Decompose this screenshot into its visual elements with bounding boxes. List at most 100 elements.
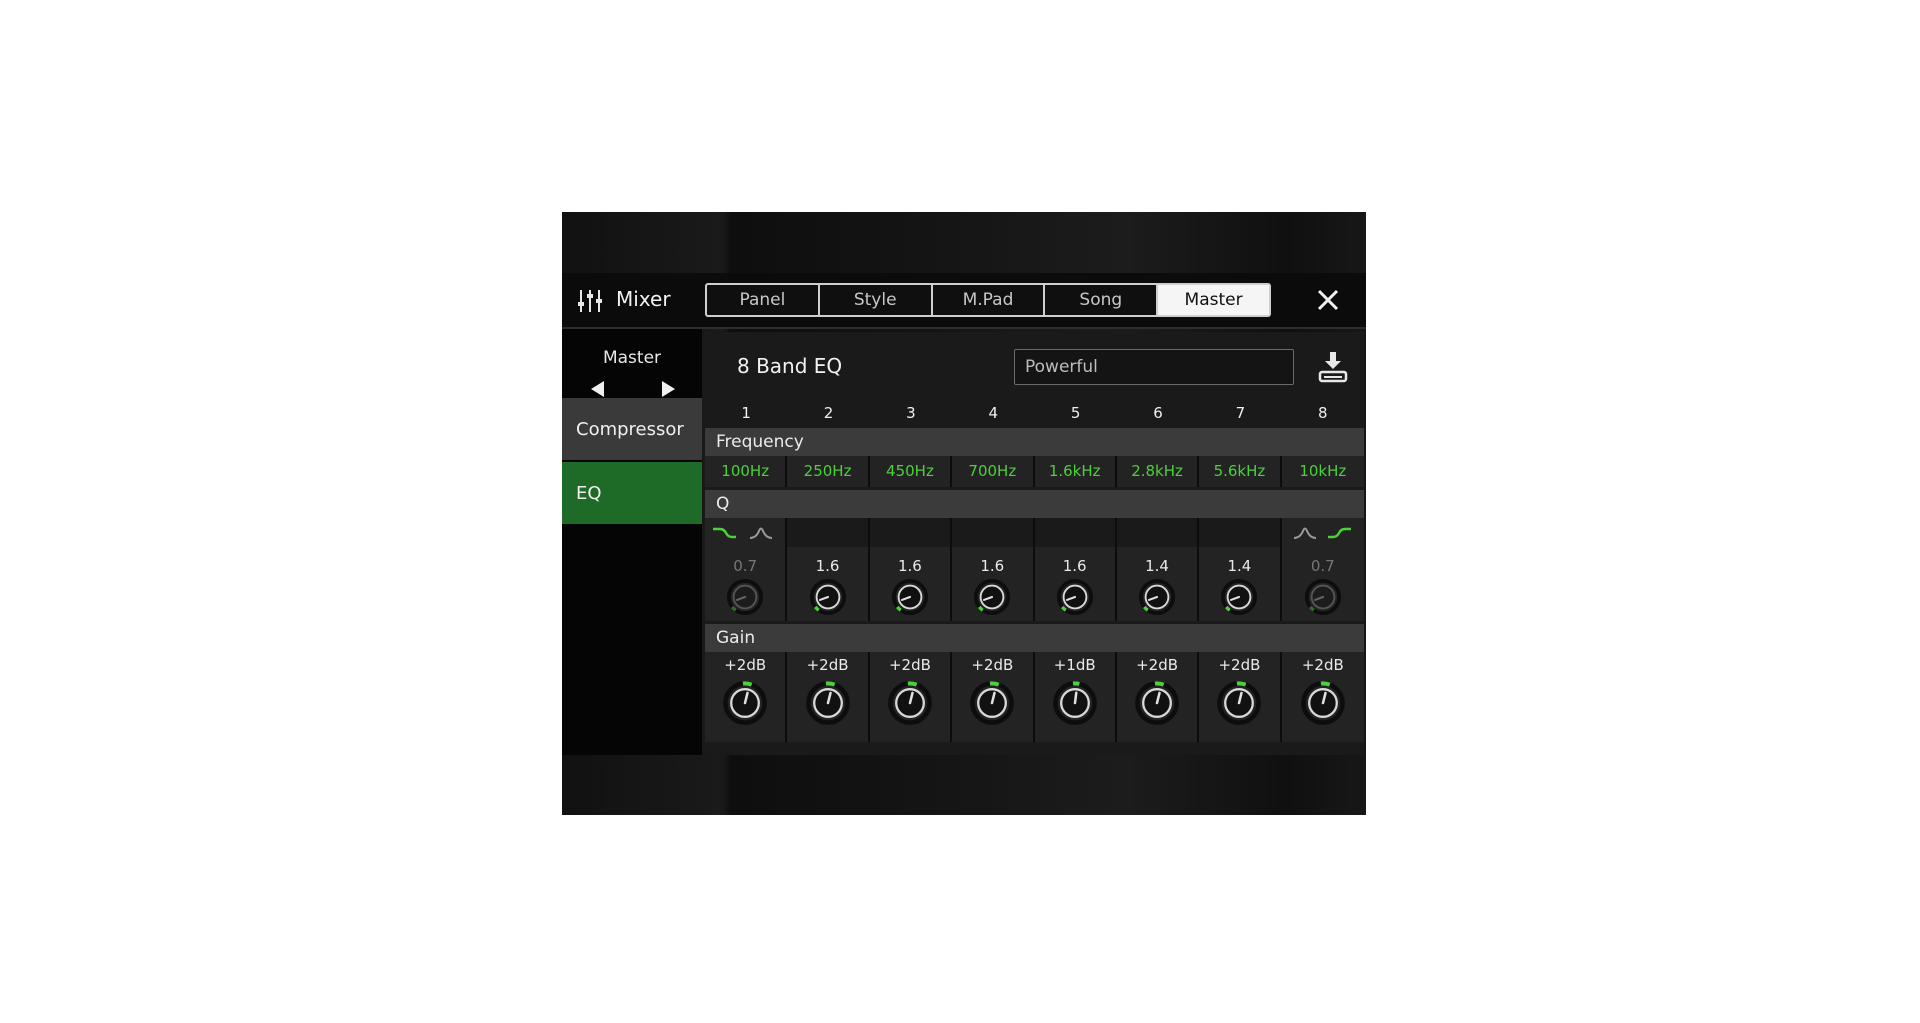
gain-value: +2dB [724, 656, 767, 674]
q-knob-icon[interactable] [809, 578, 847, 616]
gain-value: +2dB [806, 656, 849, 674]
frequency-value[interactable]: 1.6kHz [1034, 456, 1117, 487]
band1-shape-cell [705, 518, 788, 547]
gain-band-cell: +2dB [705, 652, 788, 742]
q-value: 1.6 [1062, 557, 1087, 575]
gain-value: +1dB [1053, 656, 1096, 674]
q-knob-icon[interactable] [1138, 578, 1176, 616]
frequency-value[interactable]: 10kHz [1281, 456, 1364, 487]
gain-band-cell: +2dB [787, 652, 870, 742]
preset-field[interactable]: Powerful [1014, 349, 1294, 385]
q-knob-icon[interactable] [973, 578, 1011, 616]
q-knob-icon[interactable] [1220, 578, 1258, 616]
q-value: 1.4 [1227, 557, 1252, 575]
q-value: 0.7 [1310, 557, 1335, 575]
gain-value: +2dB [1136, 656, 1179, 674]
frequency-row: 100Hz 250Hz 450Hz 700Hz 1.6kHz 2.8kHz 5.… [705, 456, 1364, 487]
gain-knob-icon[interactable] [887, 680, 933, 726]
mixer-sliders-icon [578, 290, 602, 312]
q-knob-icon [1304, 578, 1341, 616]
q-value: 1.6 [815, 557, 840, 575]
sidebar-item-eq[interactable]: EQ [562, 462, 702, 524]
gain-knob-icon[interactable] [805, 680, 851, 726]
frequency-value[interactable]: 100Hz [705, 456, 788, 487]
top-bar: Mixer Panel Style M.Pad Song Master [562, 273, 1366, 329]
band-number: 1 [741, 404, 751, 422]
frequency-value[interactable]: 2.8kHz [1116, 456, 1200, 487]
mixer-screen: Mixer Panel Style M.Pad Song Master Mast… [562, 212, 1366, 815]
q-value: 1.4 [1145, 557, 1169, 575]
gain-knob-icon[interactable] [722, 680, 768, 726]
tab-mpad[interactable]: M.Pad [933, 285, 1046, 315]
frequency-value[interactable]: 700Hz [952, 456, 1035, 487]
shelving-high-icon[interactable] [1326, 522, 1352, 542]
gain-band-cell: +2dB [869, 652, 953, 742]
band-number: 5 [1070, 404, 1081, 422]
sidebar-item-compressor[interactable]: Compressor [562, 398, 702, 460]
frequency-value[interactable]: 450Hz [869, 456, 953, 487]
tab-master[interactable]: Master [1158, 285, 1269, 315]
gain-value: +2dB [1218, 656, 1261, 674]
tab-song[interactable]: Song [1045, 285, 1159, 315]
band8-shape-cell [1281, 518, 1364, 547]
q-band-cell: 1.4 [1116, 547, 1200, 621]
gain-value: +2dB [971, 656, 1014, 674]
arrow-right-icon[interactable] [658, 379, 678, 399]
eq-panel: 8 Band EQ Powerful 1 2 3 4 5 6 7 8 Frequ… [705, 332, 1364, 755]
gain-knob-icon[interactable] [969, 680, 1015, 726]
q-band-cell: 0.7 [1281, 547, 1364, 621]
gain-band-cell: +2dB [1199, 652, 1282, 742]
q-band-cell: 0.7 [705, 547, 788, 621]
q-knob-icon[interactable] [891, 578, 929, 616]
q-band-cell: 1.6 [1034, 547, 1117, 621]
q-row: 0.7 1.6 1.6 1.6 1.6 1.4 1.4 0.7 [705, 547, 1364, 621]
band-number: 2 [823, 404, 834, 422]
band-number-row: 1 2 3 4 5 6 7 8 [705, 404, 1364, 424]
gain-value: +2dB [888, 656, 931, 674]
gain-row: +2dB +2dB +2dB +2dB +1dB +2dB +2dB +2dB [705, 652, 1364, 742]
save-icon[interactable] [1315, 350, 1351, 386]
gain-header: Gain [705, 624, 1364, 652]
gain-band-cell: +2dB [1281, 652, 1364, 742]
empty-shape-cell [1117, 518, 1200, 547]
eq-title: 8 Band EQ [737, 354, 843, 378]
empty-shape-cell [870, 518, 953, 547]
part-label: Master [602, 348, 662, 368]
empty-shape-cell [1035, 518, 1117, 547]
band-number: 4 [988, 404, 999, 422]
empty-shape-cell [787, 518, 870, 547]
close-icon[interactable] [1314, 286, 1342, 314]
band-number: 3 [906, 404, 916, 422]
shelving-low-icon[interactable] [711, 522, 737, 542]
band-number: 6 [1153, 404, 1163, 422]
gain-knob-icon[interactable] [1216, 680, 1262, 726]
tab-bar: Panel Style M.Pad Song Master [705, 283, 1271, 317]
gain-knob-icon[interactable] [1052, 680, 1098, 726]
q-value: 1.6 [980, 557, 1005, 575]
q-value: 0.7 [733, 557, 758, 575]
frequency-value[interactable]: 5.6kHz [1199, 456, 1282, 487]
frequency-value[interactable]: 250Hz [787, 456, 870, 487]
window-title: Mixer [616, 287, 671, 311]
gain-knob-icon[interactable] [1300, 680, 1346, 726]
q-knob-icon [727, 578, 764, 616]
q-band-cell: 1.6 [869, 547, 953, 621]
gain-band-cell: +1dB [1034, 652, 1117, 742]
gain-value: +2dB [1301, 656, 1344, 674]
peaking-icon[interactable] [1292, 522, 1318, 542]
tab-panel[interactable]: Panel [707, 285, 820, 315]
frequency-header: Frequency [705, 428, 1364, 456]
q-value: 1.6 [898, 557, 922, 575]
band-number: 8 [1318, 404, 1328, 422]
q-band-cell: 1.4 [1199, 547, 1282, 621]
gain-band-cell: +2dB [1116, 652, 1200, 742]
peaking-icon[interactable] [748, 522, 774, 542]
band-number: 7 [1235, 404, 1246, 422]
filter-shape-row [705, 518, 1364, 547]
gain-knob-icon[interactable] [1134, 680, 1180, 726]
q-band-cell: 1.6 [787, 547, 870, 621]
q-knob-icon[interactable] [1056, 578, 1094, 616]
gain-band-cell: +2dB [952, 652, 1035, 742]
tab-style[interactable]: Style [820, 285, 933, 315]
arrow-left-icon[interactable] [588, 379, 608, 399]
